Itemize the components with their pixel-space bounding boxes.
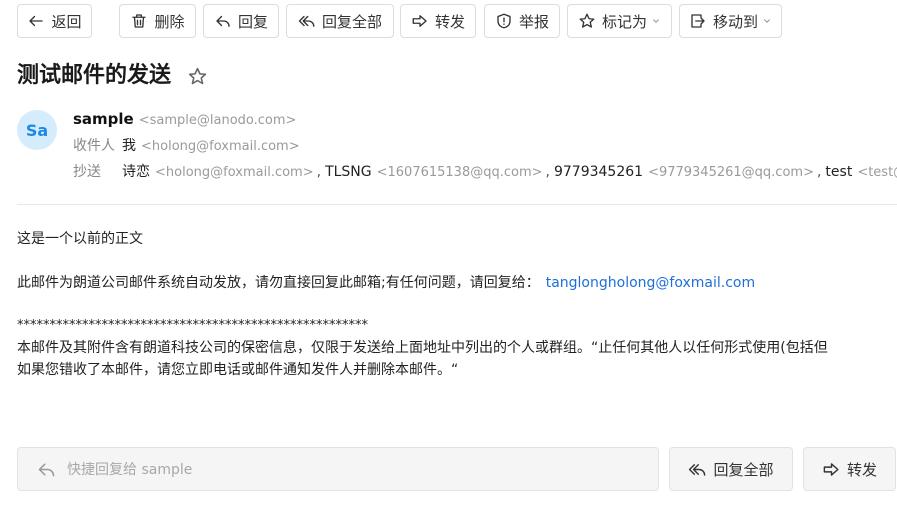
forward-icon [823, 462, 839, 476]
reply-button[interactable]: 回复 [203, 4, 279, 38]
star-icon [579, 13, 595, 28]
move-to-label: 移动到 [712, 12, 758, 31]
sender-name[interactable]: sample [73, 110, 134, 128]
report-button[interactable]: 举报 [484, 4, 560, 38]
reply-label: 回复 [237, 12, 268, 31]
cc-line: 抄送 诗恋 <holong@foxmail.com>, TLSNG <160761513… [73, 161, 897, 181]
avatar: Sa [17, 110, 57, 150]
shield-alert-icon [497, 13, 511, 29]
trash-icon [132, 14, 147, 28]
body-line: 这是一个以前的正文 [17, 231, 143, 247]
to-label: 收件人 [73, 138, 115, 154]
quick-reply-input[interactable]: 快捷回复给 sample [17, 447, 659, 491]
reply-all-button[interactable]: 回复全部 [286, 4, 394, 38]
move-to-dropdown[interactable]: 移动到 [679, 4, 782, 38]
chevron-down-icon [653, 19, 659, 23]
body-confidential-1: 本邮件及其附件含有朗道科技公司的保密信息，仅限于发送给上面地址中列出的个人或群组… [17, 340, 828, 356]
reply-all-icon [689, 463, 706, 476]
back-label: 返回 [51, 12, 82, 31]
move-to-folder-icon [691, 14, 705, 28]
mark-as-dropdown[interactable]: 标记为 [567, 4, 672, 38]
arrow-left-icon [29, 15, 44, 27]
cc-recipient-name[interactable]: 诗恋 [122, 164, 150, 180]
quick-reply-all-label: 回复全部 [713, 460, 774, 479]
reply-icon [38, 462, 55, 476]
cc-recipient-address: <test@langdo [857, 165, 897, 180]
cc-label: 抄送 [73, 164, 101, 180]
cc-separator: , [545, 164, 550, 180]
cc-recipient-address: <9779345261@qq.com> [648, 165, 814, 180]
header-divider [17, 204, 897, 205]
to-recipient-name[interactable]: 我 [122, 138, 136, 154]
quick-forward-button[interactable]: 转发 [803, 447, 896, 491]
forward-label: 转发 [434, 12, 465, 31]
quick-forward-label: 转发 [846, 460, 877, 479]
quick-reply-placeholder: 快捷回复给 sample [67, 462, 193, 478]
sender-address: <sample@lanodo.com> [138, 113, 297, 128]
reply-all-label: 回复全部 [321, 12, 382, 31]
quick-reply-all-button[interactable]: 回复全部 [669, 447, 793, 491]
to-recipient-address: <holong@foxmail.com> [141, 139, 300, 154]
delete-label: 删除 [154, 12, 185, 31]
star-icon[interactable] [187, 66, 208, 87]
report-label: 举报 [518, 12, 549, 31]
reply-icon [216, 15, 230, 27]
delete-button[interactable]: 删除 [119, 4, 196, 38]
forward-icon [412, 15, 427, 27]
notice-text: 此邮件为朗道公司邮件系统自动发放，请勿直接回复此邮箱;有任何问题，请回复给： [17, 275, 540, 291]
email-subject: 测试邮件的发送 [17, 63, 172, 88]
mark-as-label: 标记为 [601, 12, 647, 31]
cc-recipient-name[interactable]: TLSNG [325, 164, 372, 180]
cc-recipient-name[interactable]: test [825, 164, 852, 180]
cc-separator: , [816, 164, 822, 180]
notice-email-link[interactable]: tanglongholong@foxmail.com [546, 275, 755, 291]
chevron-down-icon [764, 19, 770, 23]
to-line: 收件人我 <holong@foxmail.com> [73, 135, 897, 155]
subject-row: 测试邮件的发送 [17, 60, 208, 92]
body-confidential-2: 如果您错收了本邮件，请您立即电话或邮件通知发件人并删除本邮件。“ [17, 362, 459, 378]
cc-recipient-name[interactable]: 9779345261 [554, 164, 643, 180]
cc-recipient-address: <holong@foxmail.com> [155, 165, 314, 180]
cc-separator: , [316, 164, 322, 180]
back-button[interactable]: 返回 [17, 4, 92, 38]
body-notice: 此邮件为朗道公司邮件系统自动发放，请勿直接回复此邮箱;有任何问题，请回复给： ta… [17, 272, 897, 294]
cc-recipient-address: <1607615138@qq.com> [376, 165, 543, 180]
forward-button[interactable]: 转发 [400, 4, 476, 38]
body-star-divider: ****************************************… [17, 318, 368, 333]
sender-line: sample <sample@lanodo.com> [73, 109, 897, 129]
reply-all-icon [298, 15, 315, 27]
